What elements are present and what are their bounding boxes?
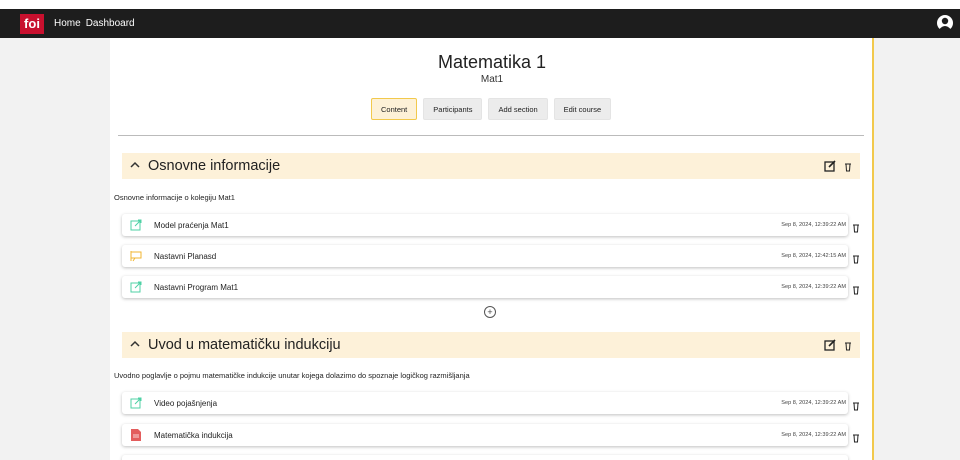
edit-section-icon[interactable]: [824, 338, 836, 356]
delete-section-icon[interactable]: [844, 159, 852, 177]
nav-home[interactable]: Home: [54, 18, 81, 29]
section-header-osnovne-informacije[interactable]: Osnovne informacije: [122, 153, 860, 179]
item-date: Sep 8, 2024, 12:39:22 AM: [781, 400, 846, 406]
user-avatar-icon[interactable]: [936, 14, 954, 34]
edit-section-icon[interactable]: [824, 159, 836, 177]
nav-dashboard[interactable]: Dashboard: [86, 18, 135, 29]
top-navbar: foi Home Dashboard: [0, 9, 960, 38]
course-title: Matematika 1: [437, 52, 547, 72]
course-code: Mat1: [480, 74, 504, 85]
item-date: Sep 8, 2024, 12:39:22 AM: [781, 222, 846, 228]
window-top-strip: [0, 0, 960, 9]
content-item[interactable]: [122, 455, 848, 460]
content-item[interactable]: Nastavni Program Mat1 Sep 8, 2024, 12:39…: [122, 276, 848, 298]
foi-logo[interactable]: foi: [20, 13, 44, 34]
delete-item-icon[interactable]: [852, 430, 860, 443]
delete-item-icon[interactable]: [852, 251, 860, 264]
section-header-uvod[interactable]: Uvod u matematičku indukciju: [122, 332, 860, 358]
item-date: Sep 8, 2024, 12:39:22 AM: [781, 284, 846, 290]
content-item[interactable]: Model praćenja Mat1 Sep 8, 2024, 12:39:2…: [122, 214, 848, 236]
link-icon: [130, 397, 142, 409]
link-icon: [130, 281, 142, 293]
delete-item-icon[interactable]: [852, 282, 860, 295]
pdf-icon: [130, 429, 142, 441]
course-card: Matematika 1 Mat1 Content Participants A…: [110, 38, 874, 460]
item-date: Sep 8, 2024, 12:39:22 AM: [781, 432, 846, 438]
divider: [118, 135, 864, 136]
presentation-icon: [130, 250, 142, 262]
item-title: Matematička indukcija: [154, 430, 233, 440]
tab-content[interactable]: Content: [371, 98, 418, 120]
chevron-up-icon[interactable]: [130, 340, 144, 351]
add-content-button[interactable]: +: [484, 306, 496, 318]
section-title: Osnovne informacije: [148, 158, 281, 174]
delete-item-icon[interactable]: [852, 220, 860, 233]
item-title: Nastavni Program Mat1: [154, 282, 239, 292]
content-item[interactable]: Video pojašnjenja Sep 8, 2024, 12:39:22 …: [122, 392, 848, 414]
item-title: Model praćenja Mat1: [154, 220, 229, 230]
chevron-up-icon[interactable]: [130, 161, 144, 172]
tab-edit-course[interactable]: Edit course: [553, 98, 612, 120]
content-item[interactable]: Matematička indukcija Sep 8, 2024, 12:39…: [122, 424, 848, 446]
section-description: Uvodno poglavlje o pojmu matematičke ind…: [114, 371, 470, 380]
delete-section-icon[interactable]: [844, 338, 852, 356]
item-date: Sep 8, 2024, 12:42:15 AM: [781, 253, 846, 259]
content-item[interactable]: Nastavni Planasd Sep 8, 2024, 12:42:15 A…: [122, 245, 848, 267]
tab-add-section[interactable]: Add section: [488, 98, 548, 120]
section-description: Osnovne informacije o kolegiju Mat1: [114, 193, 235, 202]
item-title: Nastavni Planasd: [154, 251, 217, 261]
tab-participants[interactable]: Participants: [423, 98, 483, 120]
item-title: Video pojašnjenja: [154, 398, 218, 408]
delete-item-icon[interactable]: [852, 398, 860, 411]
course-tabs: Content Participants Add section Edit co…: [371, 98, 612, 120]
section-title: Uvod u matematičku indukciju: [148, 337, 341, 353]
link-icon: [130, 219, 142, 231]
